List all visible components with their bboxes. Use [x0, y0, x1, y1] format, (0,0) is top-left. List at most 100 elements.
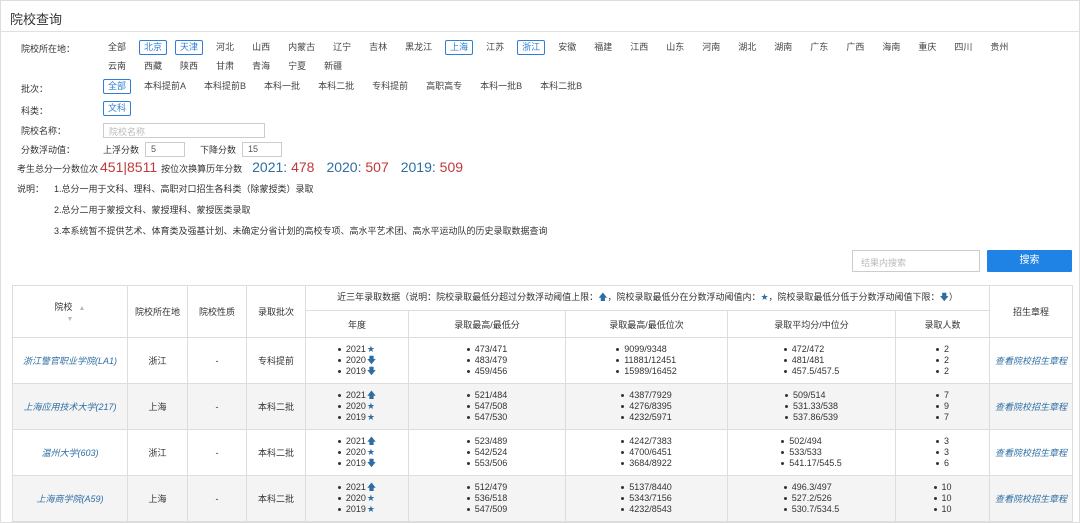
filter-chip[interactable]: 西藏: [139, 59, 167, 74]
bullet-dot: [616, 359, 620, 363]
filter-chip[interactable]: 河北: [211, 40, 239, 55]
year-value: 2020: [345, 447, 366, 457]
school-name[interactable]: 浙江警官职业学院(LA1): [23, 356, 117, 366]
charter-link-cell: 查看院校招生章程: [989, 383, 1074, 430]
bullet-dot: [781, 451, 785, 455]
filter-chip[interactable]: 江西: [625, 40, 653, 55]
down-score-input[interactable]: 15: [242, 142, 283, 157]
filter-chip[interactable]: 云南: [103, 59, 131, 74]
school-name-cell: 上海商学院(A59): [12, 475, 128, 522]
filter-chip[interactable]: 江苏: [481, 40, 509, 55]
filter-chip[interactable]: 山东: [661, 40, 689, 55]
filter-chip[interactable]: 全部: [103, 40, 131, 55]
filter-chip[interactable]: 甘肃: [211, 59, 239, 74]
filter-chip[interactable]: 本科提前A: [139, 79, 191, 94]
star-icon: ★: [366, 401, 375, 411]
rank-value: 9099/9348: [624, 344, 667, 354]
year-value: 2021: [345, 390, 366, 400]
filter-chip[interactable]: 山西: [247, 40, 275, 55]
filter-chip[interactable]: 本科提前B: [199, 79, 251, 94]
school-location-cell: 上海: [127, 475, 188, 522]
filter-chip[interactable]: 河南: [697, 40, 725, 55]
charter-link[interactable]: 查看院校招生章程: [995, 494, 1067, 504]
bullet-dot: [337, 348, 341, 352]
count-value-cell: 336: [894, 429, 991, 476]
filter-chip[interactable]: 重庆: [913, 40, 941, 55]
charter-link[interactable]: 查看院校招生章程: [995, 448, 1067, 458]
subject-label: 科类：: [21, 106, 49, 116]
bullet-dot: [337, 440, 341, 444]
bullet-dot: [936, 440, 939, 444]
score-2020: 2020: 507: [326, 159, 388, 175]
filter-chip[interactable]: 贵州: [985, 40, 1013, 55]
filter-chip[interactable]: 陕西: [175, 59, 203, 74]
count-value: 3: [944, 447, 950, 457]
filter-chip[interactable]: 青海: [247, 59, 275, 74]
filter-chip[interactable]: 高职高专: [421, 79, 467, 94]
filter-chip[interactable]: 广西: [841, 40, 869, 55]
year-value-cell: 2021🡅 2020★ 2019★: [305, 475, 409, 522]
filter-chip[interactable]: 北京: [139, 40, 168, 55]
filter-chip[interactable]: 内蒙古: [283, 40, 320, 55]
location-filter: 院校所在地： 全部 北京 天津 河北 山西 内蒙古 辽宁 吉林 黑龙江 上海 江苏 浙江 安徽 福建 江西山…: [21, 40, 1053, 78]
year-value: 2021: [345, 344, 366, 354]
count-value: 3: [944, 436, 950, 446]
avg-value-cell: 509/514 531.33/538 537.86/539: [727, 383, 896, 430]
charter-link[interactable]: 查看院校招生章程: [995, 402, 1067, 412]
results-table: 院校 ▲ ▼ 院校所在地 院校性质 录取批次 近三年录取数据（说明：院校录取最低分超…: [12, 285, 1074, 522]
bullet-dot: [783, 370, 787, 374]
school-name-cell: 上海应用技术大学(217): [12, 383, 128, 430]
rank-value: 15989/16452: [624, 366, 677, 376]
filter-chip[interactable]: 天津: [175, 40, 204, 55]
filter-chip[interactable]: 吉林: [364, 40, 392, 55]
year-value-cell: 2021🡅 2020★ 2019🡇: [305, 429, 409, 476]
filter-chip[interactable]: 本科二批: [313, 79, 359, 94]
filter-chip[interactable]: 湖北: [733, 40, 761, 55]
filter-chip[interactable]: 本科一批: [259, 79, 305, 94]
avg-value-cell: 496.3/497 527.2/526 530.7/534.5: [727, 475, 896, 522]
school-name[interactable]: 上海应用技术大学(217): [23, 402, 116, 412]
school-name[interactable]: 温州大学(603): [41, 448, 98, 458]
filter-chip[interactable]: 文科: [103, 101, 132, 116]
filter-chip[interactable]: 福建: [589, 40, 617, 55]
filter-chip[interactable]: 上海: [445, 40, 474, 55]
note-line-3: 3.本系统暂不提供艺术、体育类及强基计划、未确定分省计划的高校专项、高水平艺术团…: [54, 226, 548, 236]
filter-chip[interactable]: 新疆: [319, 59, 347, 74]
up-score-input[interactable]: 5: [145, 142, 186, 157]
avg-value: 481/481: [791, 355, 825, 365]
search-button[interactable]: 搜索: [987, 250, 1072, 272]
result-search-input[interactable]: 结果内搜索: [852, 250, 980, 272]
filter-chip[interactable]: 安徽: [553, 40, 581, 55]
filter-chip[interactable]: 黑龙江: [400, 40, 437, 55]
filter-chip[interactable]: 宁夏: [283, 59, 311, 74]
filter-chip[interactable]: 本科一批B: [475, 79, 527, 94]
school-name[interactable]: 上海商学院(A59): [36, 494, 103, 504]
charter-link[interactable]: 查看院校招生章程: [995, 356, 1067, 366]
school-nature: -: [215, 401, 219, 412]
filter-chip[interactable]: 全部: [103, 79, 132, 94]
filter-chip[interactable]: 广东: [805, 40, 833, 55]
count-value: 7: [944, 412, 950, 422]
filter-chip[interactable]: 湖南: [769, 40, 797, 55]
filter-chip[interactable]: 专科提前: [367, 79, 413, 94]
filter-chip[interactable]: 本科二批B: [535, 79, 587, 94]
count-value: 2: [944, 355, 950, 365]
admission-batch: 专科提前: [257, 356, 294, 366]
table-row: 温州大学(603) 浙江 - 本科二批 2021🡅 2020★ 2019🡇 523/489 54…: [12, 429, 1074, 476]
filter-chip[interactable]: 海南: [877, 40, 905, 55]
bullet-dot: [466, 405, 470, 409]
filter-chip[interactable]: 四川: [949, 40, 977, 55]
avg-value: 537.86/539: [792, 412, 839, 422]
bullet-dot: [621, 416, 625, 420]
school-name-input[interactable]: 院校名称: [103, 123, 265, 138]
filter-chip[interactable]: 浙江: [517, 40, 546, 55]
bullet-dot: [337, 486, 341, 490]
bullet-dot: [337, 497, 341, 501]
filter-chip[interactable]: 辽宁: [328, 40, 356, 55]
bullet-dot: [621, 497, 625, 501]
bullet-dot: [466, 440, 470, 444]
header-school[interactable]: 院校 ▲ ▼: [12, 285, 128, 338]
count-value: 2: [944, 344, 950, 354]
admission-batch: 本科二批: [257, 402, 294, 412]
year-value: 2020: [345, 401, 366, 411]
